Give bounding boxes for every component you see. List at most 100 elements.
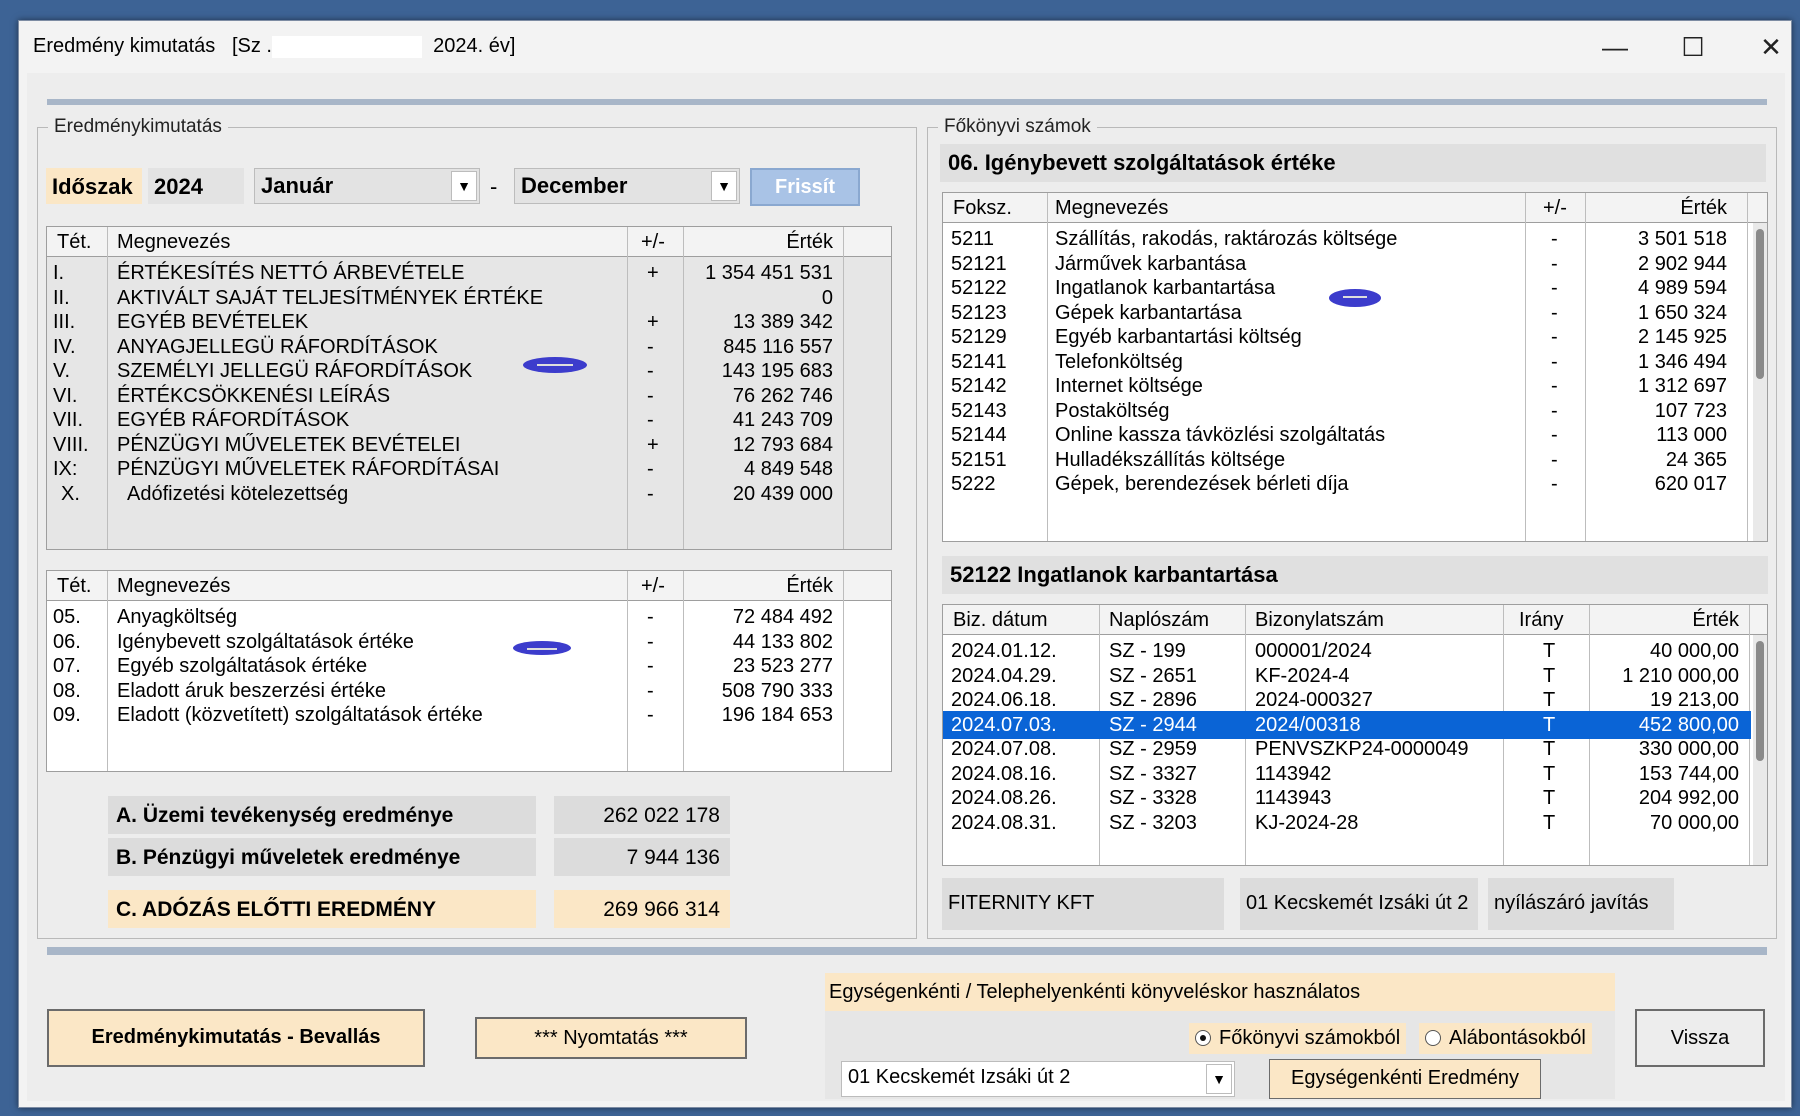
col-header-value[interactable]: Érték [786,575,833,598]
row-code: 52151 [951,448,1007,471]
row-direction: T [1543,787,1556,809]
row-code: 52144 [951,424,1007,446]
row-code: 52141 [951,350,1007,373]
row-name: AKTIVÁLT SAJÁT TELJESÍTMÉNYEK ÉRTÉKE [117,286,544,309]
income-statement-grid[interactable]: Tét. Megnevezés +/- Érték I. ÉRTÉKESÍTÉS … [46,226,892,550]
row-date: 2024.06.18. [951,689,1057,711]
from-month-select[interactable]: Január ▼ [254,168,480,204]
col-header-name[interactable]: Megnevezés [1055,197,1168,220]
chevron-down-icon[interactable]: ▼ [1206,1064,1232,1094]
pretax-result-label: C. ADÓZÁS ELŐTTI EREDMÉNY [108,890,536,928]
row-value: 1 312 697 [1638,375,1727,397]
redaction-mark [523,357,587,373]
minimize-button[interactable]: — [1593,29,1637,65]
col-header-name[interactable]: Megnevezés [117,231,230,254]
col-header-code[interactable]: Foksz. [953,197,1012,220]
row-date: 2024.08.31. [951,811,1057,834]
title-bar: Eredmény kimutatás [Sz . 2024. év] — ☐ ✕ [19,21,1791,73]
row-value: 20 439 000 [732,482,833,505]
col-header-journal[interactable]: Naplószám [1109,609,1209,632]
row-value: 76 262 746 [732,384,833,407]
row-value: 452 800,00 [1638,713,1739,736]
row-name: Egyéb karbantartási költség [1055,326,1302,348]
client-area: Eredménykimutatás Időszak 2024 Január ▼ … [27,73,1785,1101]
scrollbar-thumb[interactable] [1756,641,1764,761]
row-journal: SZ - 3203 [1109,811,1197,834]
row-value: 508 790 333 [721,679,833,702]
col-header-sign[interactable]: +/- [641,231,665,254]
col-header-value[interactable]: Érték [786,231,833,254]
row-journal: SZ - 3327 [1109,762,1197,785]
row-value: 143 195 683 [721,360,833,382]
period-dash: - [490,174,498,199]
col-header-value[interactable]: Érték [1692,609,1739,632]
row-value: 196 184 653 [721,704,833,726]
col-header-value[interactable]: Érték [1680,197,1727,220]
documents-scrollbar[interactable] [1753,635,1767,865]
close-button[interactable]: ✕ [1749,29,1793,65]
chevron-down-icon[interactable]: ▼ [451,171,477,201]
back-button[interactable]: Vissza [1635,1009,1765,1067]
row-name: ANYAGJELLEGÜ RÁFORDÍTÁSOK [117,335,438,358]
row-direction: T [1543,811,1556,834]
col-header-document[interactable]: Bizonylatszám [1255,609,1384,632]
scrollbar-thumb[interactable] [1756,229,1764,379]
row-direction: T [1543,738,1556,760]
row-id: 09. [53,704,81,726]
row-code: 5211 [951,228,995,250]
row-id: X. [61,482,80,505]
row-id: 05. [53,606,81,628]
documents-grid[interactable]: Biz. dátum Naplószám Bizonylatszám Irány… [942,604,1768,866]
table-row[interactable]: 09. Eladott (közvetített) szolgáltatások … [47,701,891,729]
window-title: Eredmény kimutatás [Sz . 2024. év] [33,35,516,58]
row-value: 24 365 [1665,448,1727,471]
row-direction: T [1543,713,1556,736]
ledger-accounts-group: Főkönyvi számok 06. Igénybevett szolgált… [927,116,1777,939]
col-header-tet[interactable]: Tét. [57,575,91,598]
row-value: 107 723 [1654,399,1727,422]
row-sign: - [647,384,654,407]
col-header-name[interactable]: Megnevezés [117,575,230,598]
row-name: Járművek karbantása [1055,252,1247,275]
maximize-button[interactable]: ☐ [1671,29,1715,65]
site-select[interactable]: 01 Kecskemét Izsáki út 2 ▼ [841,1061,1235,1097]
refresh-button[interactable]: Frissít [750,168,860,206]
table-row[interactable]: X. Adófizetési kötelezettség - 20 439 000 [47,480,891,508]
grid-header: Tét. Megnevezés +/- Érték [47,571,891,601]
row-id: 07. [53,655,81,677]
row-sign: - [647,679,654,702]
col-header-direction[interactable]: Irány [1519,609,1563,632]
row-document: 1143942 [1255,762,1332,785]
row-value: 12 793 684 [732,433,833,456]
ledger-scrollbar[interactable] [1753,223,1767,541]
table-row[interactable]: 5222 Gépek, berendezések bérleti díja - 620… [943,470,1767,498]
row-value: 23 523 277 [732,655,833,677]
ledger-grid[interactable]: Foksz. Megnevezés +/- Érték 5211 Szállítá… [942,192,1768,542]
unit-result-button[interactable]: Egységenkénti Eredmény [1269,1059,1541,1099]
col-header-sign[interactable]: +/- [641,575,665,598]
row-value: 153 744,00 [1638,762,1739,785]
row-sign: - [647,409,654,431]
row-name: Eladott áruk beszerzési értéke [117,679,387,702]
chevron-down-icon[interactable]: ▼ [711,171,737,201]
row-sign: + [647,262,659,284]
print-button[interactable]: *** Nyomtatás *** [475,1017,747,1059]
to-month-select[interactable]: December ▼ [514,168,740,204]
col-header-sign[interactable]: +/- [1543,197,1567,220]
row-id: VI. [53,384,78,407]
table-row[interactable]: 2024.08.31. SZ - 3203 KJ-2024-28 T 70 000,00 [943,809,1767,837]
row-code: 52143 [951,399,1007,422]
row-name: Eladott (közvetített) szolgáltatások ért… [117,704,483,726]
radio-ledger-accounts[interactable]: Főkönyvi számokból [1189,1023,1407,1054]
col-header-date[interactable]: Biz. dátum [953,609,1047,632]
partner-field: FITERNITY KFT [942,878,1224,930]
radio-breakdowns[interactable]: Alábontásokból [1419,1023,1592,1054]
year-field[interactable]: 2024 [148,168,244,204]
row-value: 40 000,00 [1650,640,1739,662]
row-value: 1 650 324 [1638,301,1727,324]
row-value: 330 000,00 [1638,738,1739,760]
operating-result-label: A. Üzemi tevékenység eredménye [108,796,536,834]
report-declaration-button[interactable]: Eredménykimutatás - Bevallás [47,1009,425,1067]
col-header-tet[interactable]: Tét. [57,231,91,254]
cost-breakdown-grid[interactable]: Tét. Megnevezés +/- Érték 05. Anyagköltsé… [46,570,892,772]
